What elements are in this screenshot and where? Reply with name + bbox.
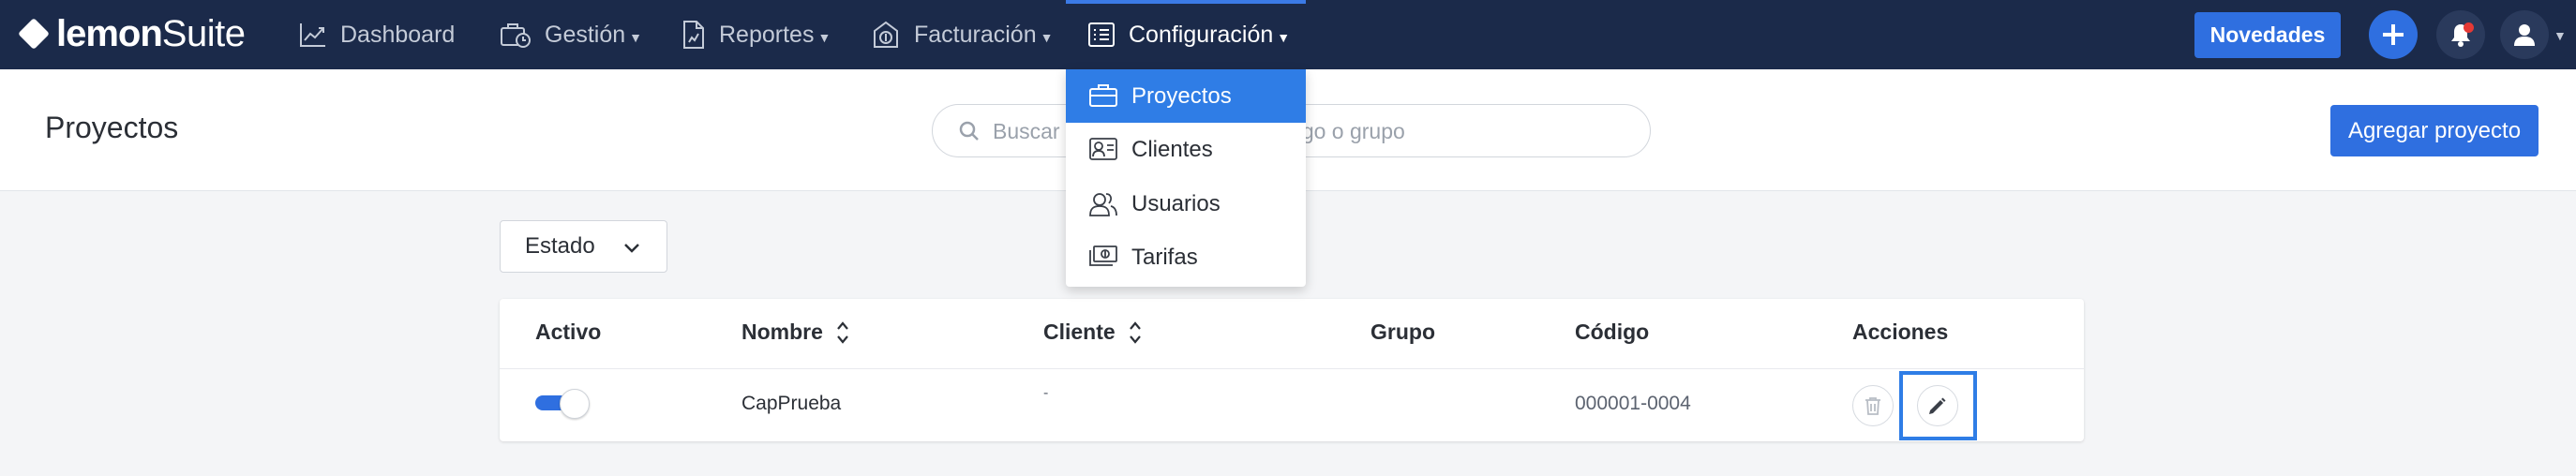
- nav-dashboard-label: Dashboard: [340, 21, 456, 48]
- nav-configuracion-label: Configuración: [1129, 21, 1274, 48]
- top-navbar: lemon Suite Dashboard Gestión ▼ Reportes …: [0, 0, 2576, 69]
- menu-item-proyectos[interactable]: Proyectos: [1066, 69, 1306, 123]
- column-header-grupo: Grupo: [1370, 320, 1435, 344]
- logo-text-light: Suite: [161, 12, 246, 54]
- activo-toggle[interactable]: [535, 389, 592, 419]
- nav-reportes[interactable]: Reportes ▼: [681, 0, 831, 69]
- money-bills-icon: [1089, 245, 1117, 266]
- column-header-cliente[interactable]: Cliente: [1043, 320, 1142, 345]
- notification-dot: [2464, 22, 2474, 33]
- nav-reportes-label: Reportes: [719, 21, 815, 48]
- contact-card-icon: [1089, 138, 1117, 160]
- configuracion-dropdown-menu: Proyectos Clientes Usuarios Tarifas: [1066, 69, 1306, 287]
- estado-filter-dropdown[interactable]: Estado: [500, 220, 667, 273]
- trash-icon: [1865, 397, 1880, 415]
- nav-active-indicator: [1066, 0, 1306, 4]
- nav-configuracion[interactable]: Configuración ▼: [1087, 0, 1290, 69]
- delete-button[interactable]: [1852, 385, 1894, 426]
- nav-gestion-label: Gestión: [545, 21, 626, 48]
- plus-icon: [2383, 24, 2404, 45]
- nav-dashboard[interactable]: Dashboard: [299, 0, 455, 69]
- chevron-down-icon: ▼: [629, 30, 643, 45]
- edit-button-focus-ring: [1899, 371, 1977, 440]
- briefcase-icon: [1089, 84, 1117, 107]
- sort-icon[interactable]: [1129, 320, 1142, 345]
- cell-cliente: -: [1043, 385, 1049, 401]
- chevron-down-icon: ▼: [1040, 30, 1054, 45]
- list-settings-icon: [1088, 22, 1115, 47]
- search-icon: [959, 121, 979, 141]
- column-header-acciones: Acciones: [1852, 320, 1949, 344]
- nav-gestion[interactable]: Gestión ▼: [500, 0, 642, 69]
- column-header-activo: Activo: [535, 320, 602, 344]
- menu-item-clientes[interactable]: Clientes: [1066, 123, 1306, 176]
- estado-filter-label: Estado: [525, 233, 595, 259]
- cell-nombre: CapPrueba: [741, 393, 842, 414]
- nav-facturacion-label: Facturación: [914, 21, 1037, 48]
- invoice-dollar-icon: [874, 21, 898, 48]
- users-icon: [1089, 193, 1117, 216]
- user-menu-button[interactable]: [2500, 10, 2549, 59]
- report-document-icon: [683, 21, 704, 49]
- menu-item-label: Proyectos: [1131, 82, 1232, 109]
- menu-item-label: Usuarios: [1131, 190, 1221, 216]
- app-logo[interactable]: lemon Suite: [18, 12, 246, 54]
- nav-facturacion[interactable]: Facturación ▼: [871, 0, 1053, 69]
- user-menu-chevron-icon[interactable]: ▼: [2554, 28, 2567, 43]
- sort-icon[interactable]: [836, 320, 849, 345]
- briefcase-clock-icon: [501, 23, 531, 48]
- notifications-button[interactable]: [2436, 10, 2485, 59]
- menu-item-usuarios[interactable]: Usuarios: [1066, 177, 1306, 231]
- cell-codigo: 000001-0004: [1575, 393, 1691, 414]
- quick-add-button[interactable]: [2369, 10, 2418, 59]
- chevron-down-icon: ▼: [1277, 30, 1291, 45]
- projects-table: Activo Nombre Cliente Grupo Código Accio…: [500, 299, 2084, 441]
- chevron-down-icon: [624, 244, 639, 253]
- user-avatar-icon: [2514, 24, 2535, 46]
- novedades-button[interactable]: Novedades: [2194, 12, 2341, 58]
- add-project-button[interactable]: Agregar proyecto: [2330, 105, 2539, 156]
- menu-item-tarifas[interactable]: Tarifas: [1066, 231, 1306, 284]
- column-header-codigo: Código: [1575, 320, 1650, 344]
- logo-diamond-icon: [18, 18, 50, 50]
- table-row-divider: [500, 368, 2084, 369]
- chart-line-icon: [300, 23, 325, 47]
- menu-item-label: Clientes: [1131, 136, 1213, 162]
- column-header-nombre[interactable]: Nombre: [741, 320, 849, 345]
- logo-text-bold: lemon: [56, 12, 163, 54]
- chevron-down-icon: ▼: [817, 30, 831, 45]
- toggle-knob: [560, 389, 590, 419]
- page-title: Proyectos: [45, 111, 179, 144]
- menu-item-label: Tarifas: [1131, 244, 1198, 270]
